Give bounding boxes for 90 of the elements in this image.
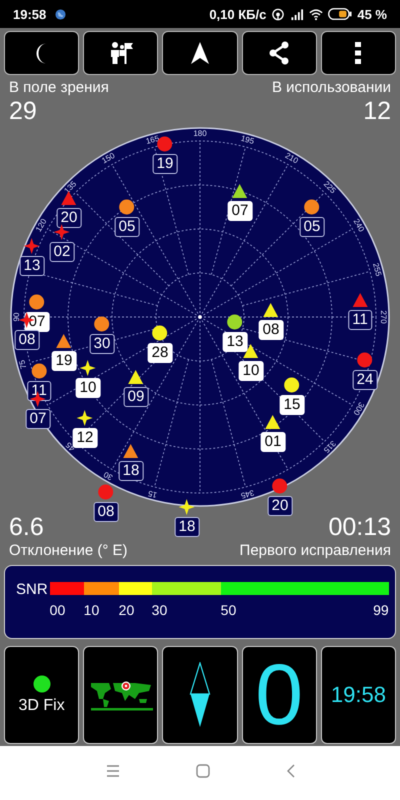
azimuth-label: 300 bbox=[352, 400, 366, 417]
snr-tick: 99 bbox=[373, 602, 389, 618]
satellite-id: 19 bbox=[152, 154, 178, 174]
clock-time: 19:58 bbox=[330, 682, 386, 708]
azimuth-label: 225 bbox=[322, 179, 338, 196]
globe-icon bbox=[55, 8, 66, 20]
azimuth-label: 75 bbox=[17, 359, 28, 370]
map-tile[interactable] bbox=[83, 646, 158, 744]
satellite-id: 01 bbox=[260, 432, 286, 452]
home-square-icon[interactable] bbox=[196, 764, 210, 778]
navigation-button[interactable] bbox=[162, 31, 238, 75]
battery-percent: 45 % bbox=[357, 6, 387, 22]
more-vertical-icon bbox=[354, 41, 362, 65]
satellite-id: 20 bbox=[56, 208, 82, 228]
speed-value: 0 bbox=[255, 650, 304, 740]
azimuth-label: 345 bbox=[240, 488, 256, 500]
snr-tick: 20 bbox=[118, 602, 134, 618]
satellite-id: 24 bbox=[352, 370, 378, 390]
satellite-id: 20 bbox=[268, 496, 292, 516]
snr-label: SNR bbox=[16, 582, 48, 598]
satellite-id: 05 bbox=[300, 217, 324, 237]
azimuth-label: 180 bbox=[193, 129, 207, 138]
menu-icon[interactable] bbox=[106, 765, 120, 777]
compass-needle-icon bbox=[189, 662, 211, 728]
share-icon bbox=[268, 41, 290, 65]
satellite-id: 18 bbox=[174, 517, 200, 537]
data-speed: 0,10 КБ/с bbox=[209, 6, 266, 22]
compass-tile[interactable] bbox=[162, 646, 238, 744]
satellite-id: 13 bbox=[20, 256, 44, 276]
declination-label: Отклонение (° E) bbox=[9, 541, 128, 561]
satellite-id: 05 bbox=[114, 217, 140, 237]
status-dot-icon bbox=[32, 675, 51, 693]
speed-tile[interactable]: 0 bbox=[242, 646, 317, 744]
hotspot-icon bbox=[271, 8, 286, 20]
more-menu-button[interactable] bbox=[320, 31, 396, 75]
satellite-id: 30 bbox=[90, 334, 114, 354]
in-use-label: В использовании bbox=[272, 78, 391, 98]
azimuth-label: 165 bbox=[144, 134, 160, 146]
person-flag-button[interactable] bbox=[83, 31, 158, 75]
snr-tick: 00 bbox=[50, 602, 66, 618]
moon-icon bbox=[36, 42, 48, 64]
first-fix-label: Первого исправления bbox=[240, 541, 391, 561]
satellite-id: 08 bbox=[94, 502, 118, 522]
satellite-id: 07 bbox=[26, 409, 50, 429]
satellite-id: 18 bbox=[118, 461, 144, 481]
satellite-id: 19 bbox=[52, 351, 76, 371]
satellite-id: 08 bbox=[14, 330, 40, 350]
satellite-id: 12 bbox=[72, 428, 98, 448]
navigation-arrow-icon bbox=[190, 41, 210, 65]
first-fix-time: 00:13 bbox=[328, 514, 391, 541]
satellite-id: 08 bbox=[258, 320, 284, 340]
satellite-id: 02 bbox=[50, 242, 74, 262]
satellite-id: 28 bbox=[148, 343, 172, 363]
snr-tick: 30 bbox=[152, 602, 168, 618]
satellite-id: 10 bbox=[238, 361, 264, 381]
fix-status: 3D Fix bbox=[18, 697, 65, 715]
azimuth-label: 90 bbox=[12, 312, 22, 322]
battery-icon bbox=[328, 8, 352, 20]
satellite-id: 09 bbox=[124, 387, 148, 407]
clock-tile[interactable]: 19:58 bbox=[320, 646, 396, 744]
satellite-id: 13 bbox=[222, 332, 248, 352]
azimuth-label: 135 bbox=[62, 179, 78, 196]
snr-tick: 10 bbox=[84, 602, 100, 618]
signal-icon bbox=[290, 8, 304, 20]
satellite-id: 10 bbox=[76, 378, 100, 398]
world-map-icon bbox=[88, 679, 153, 711]
night-mode-button[interactable] bbox=[4, 31, 80, 75]
wifi-icon bbox=[309, 8, 324, 20]
snr-tick: 50 bbox=[220, 602, 236, 618]
in-view-count: 29 bbox=[9, 98, 37, 125]
back-icon[interactable] bbox=[286, 764, 294, 778]
azimuth-label: 240 bbox=[352, 217, 366, 234]
satellite-id: 07 bbox=[228, 201, 252, 221]
satellite-id: 15 bbox=[280, 395, 304, 415]
status-time: 19:58 bbox=[13, 6, 46, 22]
azimuth-label: 255 bbox=[371, 262, 384, 278]
satellite-id: 11 bbox=[348, 310, 372, 330]
in-view-label: В поле зрения bbox=[9, 78, 109, 98]
fix-tile[interactable]: 3D Fix bbox=[4, 646, 80, 744]
azimuth-label: 270 bbox=[378, 310, 388, 324]
azimuth-label: 210 bbox=[284, 150, 300, 166]
azimuth-label: 30 bbox=[102, 470, 114, 482]
declination-value: 6.6 bbox=[9, 514, 44, 541]
azimuth-label: 195 bbox=[240, 134, 256, 146]
azimuth-label: 315 bbox=[322, 438, 338, 455]
azimuth-label: 15 bbox=[147, 488, 158, 500]
azimuth-label: 120 bbox=[34, 217, 48, 234]
in-use-count: 12 bbox=[363, 98, 391, 125]
azimuth-label: 150 bbox=[100, 150, 116, 166]
share-button[interactable] bbox=[242, 31, 317, 75]
